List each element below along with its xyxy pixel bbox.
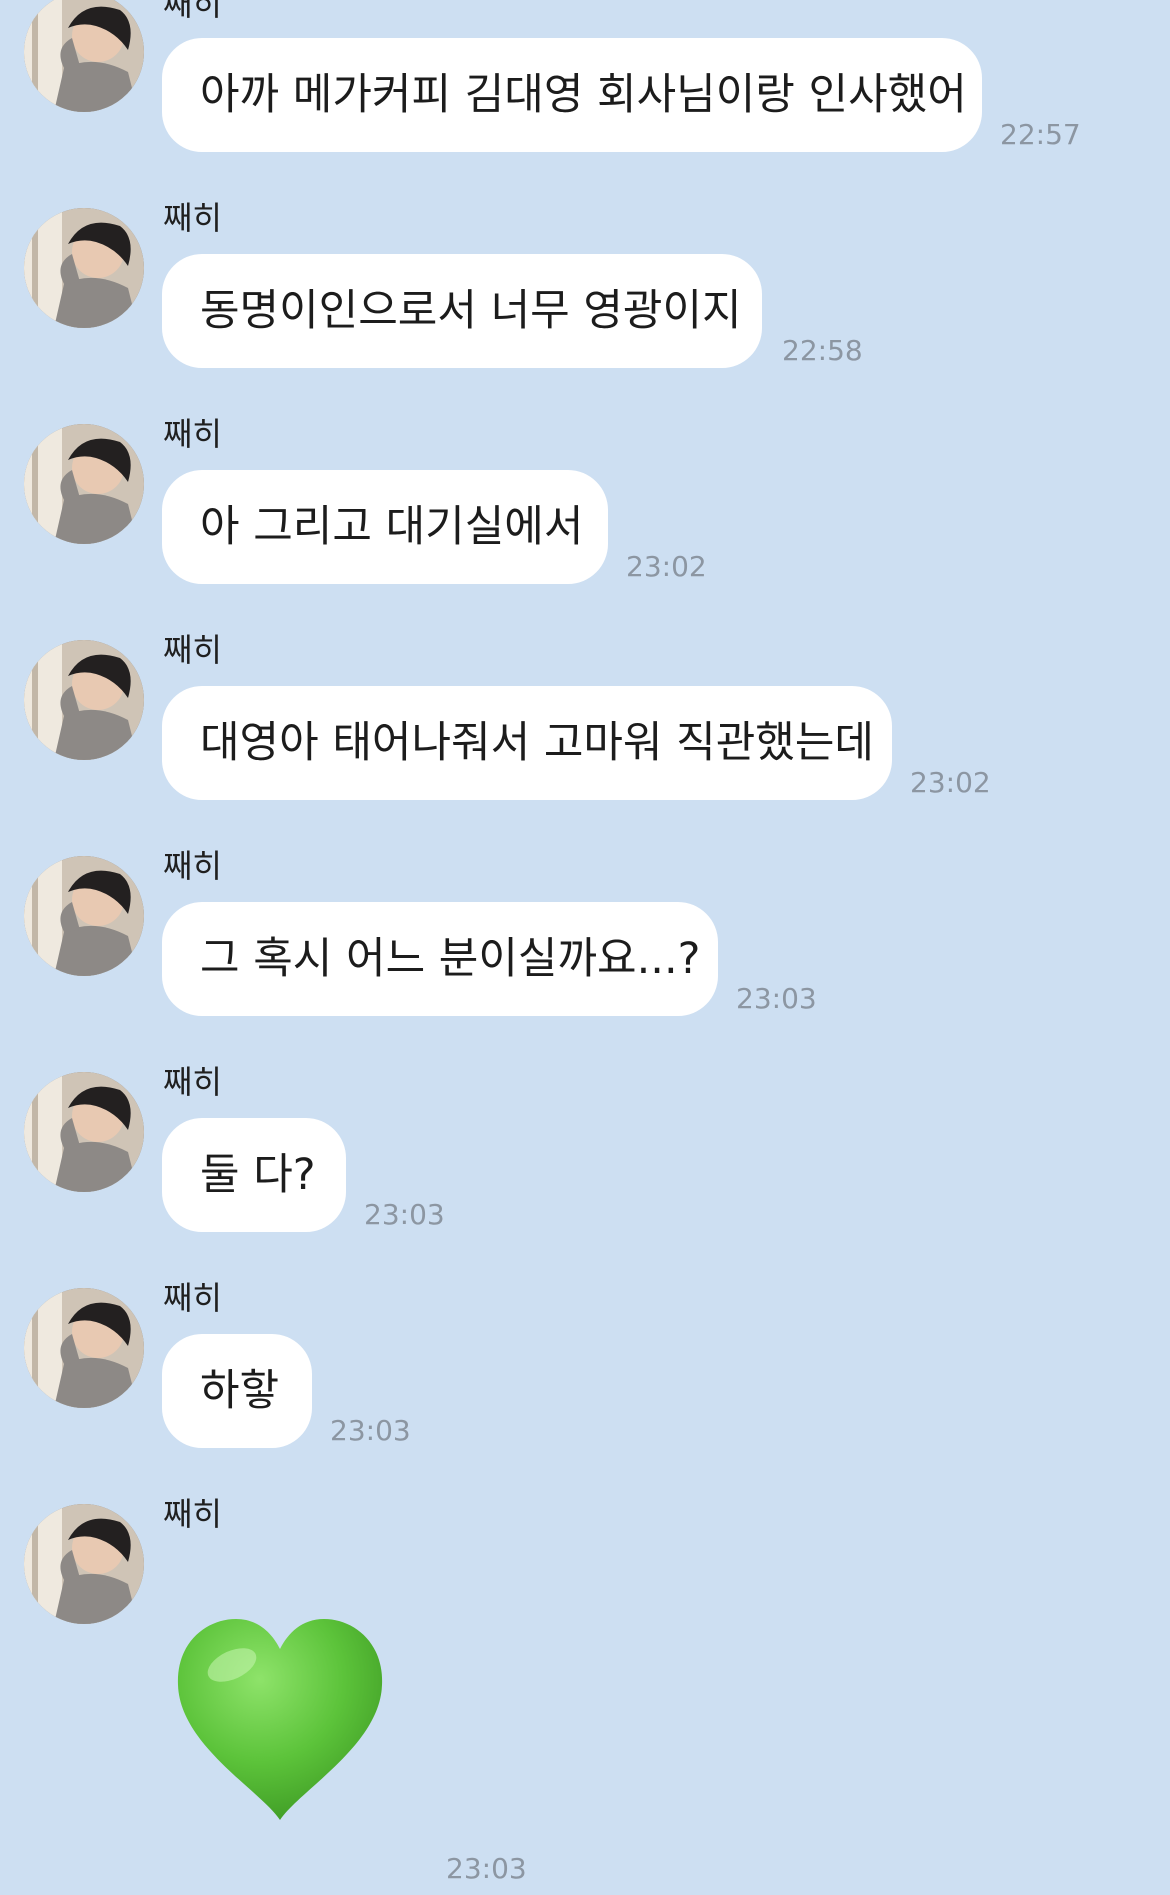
message-timestamp: 23:03 [446,1852,527,1885]
message-bubble[interactable]: 대영아 태어나줘서 고마워 직관했는데 [162,686,892,800]
avatar[interactable] [24,856,144,976]
message-timestamp: 23:02 [626,550,707,583]
avatar[interactable] [24,640,144,760]
avatar[interactable] [24,424,144,544]
message-bubble[interactable]: 아 그리고 대기실에서 [162,470,608,584]
avatar[interactable] [24,1504,144,1624]
avatar[interactable] [24,1072,144,1192]
message-timestamp: 23:02 [910,766,991,799]
chat-thread[interactable]: 째히 아까 메가커피 김대영 회사님이랑 인사했어 22:57 째히 동명이인으… [0,0,1170,1895]
message-timestamp: 23:03 [330,1414,411,1447]
message-bubble[interactable]: 동명이인으로서 너무 영광이지 [162,254,762,368]
green-heart-icon[interactable] [170,1615,390,1825]
sender-name: 째히 [163,199,222,237]
message-bubble[interactable]: 하핳 [162,1334,312,1448]
avatar[interactable] [24,1288,144,1408]
message-bubble[interactable]: 아까 메가커피 김대영 회사님이랑 인사했어 [162,38,982,152]
sender-name: 째히 [163,415,222,453]
sender-name: 째히 [163,631,222,669]
message-timestamp: 23:03 [364,1198,445,1231]
sender-name: 째히 [163,1063,222,1101]
message-bubble[interactable]: 둘 다? [162,1118,346,1232]
avatar[interactable] [24,0,144,112]
sender-name: 째히 [163,847,222,885]
avatar[interactable] [24,208,144,328]
sender-name: 째히 [163,1495,222,1533]
message-timestamp: 22:58 [782,334,863,367]
message-timestamp: 22:57 [1000,118,1081,151]
message-bubble[interactable]: 그 혹시 어느 분이실까요...? [162,902,718,1016]
sender-name: 째히 [163,0,222,23]
message-timestamp: 23:03 [736,982,817,1015]
sender-name: 째히 [163,1279,222,1317]
